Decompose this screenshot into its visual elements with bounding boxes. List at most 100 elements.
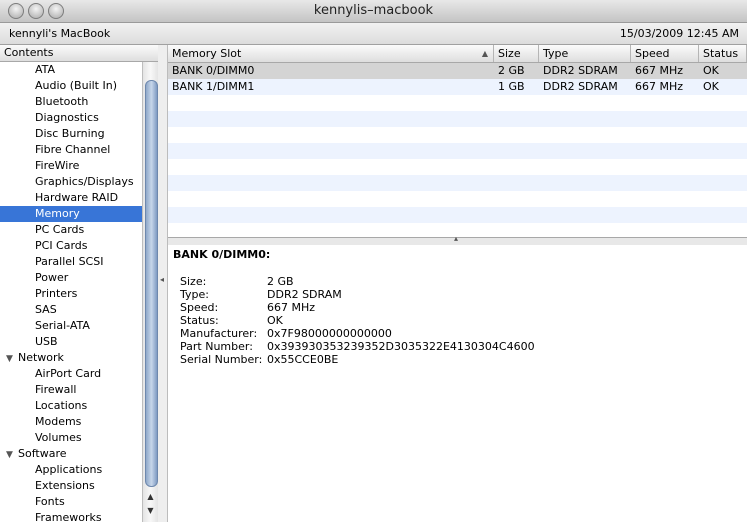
- sidebar-item-label: Extensions: [35, 479, 95, 492]
- sidebar-item[interactable]: Parallel SCSI: [0, 254, 142, 270]
- sidebar-item[interactable]: Extensions: [0, 478, 142, 494]
- detail-field: Part Number: 0x393930353239352D3035322E41…: [180, 340, 535, 353]
- memory-table: Memory Slot ▲ Size Type Speed Status BAN…: [168, 45, 747, 237]
- sidebar-item[interactable]: SAS: [0, 302, 142, 318]
- sidebar-item[interactable]: ATA: [0, 62, 142, 78]
- detail-field-value: 0x393930353239352D3035322E4130304C4600: [267, 340, 535, 353]
- sidebar-item[interactable]: Fonts: [0, 494, 142, 510]
- machine-name: kennyli's MacBook: [9, 27, 111, 40]
- table-empty-row: [168, 127, 747, 143]
- sidebar-item[interactable]: Serial-ATA: [0, 318, 142, 334]
- sidebar-item[interactable]: Frameworks: [0, 510, 142, 522]
- status-cell: OK: [703, 64, 719, 77]
- splitter-grip-icon[interactable]: ◂: [160, 275, 164, 284]
- table-empty-row: [168, 191, 747, 207]
- status-cell: OK: [703, 80, 719, 93]
- sidebar-item[interactable]: Locations: [0, 398, 142, 414]
- contents-list: ATA Audio (Built In) Bluetooth Diagnostics D…: [0, 62, 142, 522]
- sidebar-item[interactable]: PCI Cards: [0, 238, 142, 254]
- table-row[interactable]: BANK 1/DIMM1 1 GB DDR2 SDRAM 667 MHz OK: [168, 79, 747, 95]
- sidebar-item-label: Hardware RAID: [35, 191, 119, 204]
- sidebar-item[interactable]: FireWire: [0, 158, 142, 174]
- detail-field-key: Speed:: [180, 301, 219, 314]
- sidebar-item[interactable]: PC Cards: [0, 222, 142, 238]
- detail-fields: Size: 2 GB Type: DDR2 SDRAM Speed: 667 MHz Sta…: [180, 275, 535, 366]
- column-header-status[interactable]: Status: [699, 45, 747, 62]
- vertical-splitter[interactable]: ◂: [158, 45, 168, 522]
- column-header-size[interactable]: Size: [494, 45, 539, 62]
- sort-ascending-icon: ▲: [481, 49, 488, 58]
- scroll-up-icon[interactable]: ▲: [145, 492, 156, 504]
- sidebar-item[interactable]: Disc Burning: [0, 126, 142, 142]
- sidebar-item[interactable]: AirPort Card: [0, 366, 142, 382]
- detail-field: Manufacturer: 0x7F98000000000000: [180, 327, 535, 340]
- table-empty-row: [168, 207, 747, 223]
- sidebar-item[interactable]: Diagnostics: [0, 110, 142, 126]
- detail-title: BANK 0/DIMM0:: [173, 248, 271, 261]
- sidebar-item-label: PCI Cards: [35, 239, 88, 252]
- disclosure-triangle-icon[interactable]: ▼: [6, 447, 18, 463]
- sidebar-item-label: AirPort Card: [35, 367, 102, 380]
- detail-field-value: OK: [267, 314, 283, 327]
- column-header-speed[interactable]: Speed: [631, 45, 699, 62]
- table-empty-row: [168, 159, 747, 175]
- info-header: kennyli's MacBook 15/03/2009 12:45 AM: [0, 23, 747, 45]
- sidebar-item-label: Memory: [35, 207, 80, 220]
- size-cell: 1 GB: [498, 80, 525, 93]
- sidebar-item[interactable]: Audio (Built In): [0, 78, 142, 94]
- sidebar-item-label: Fonts: [35, 495, 65, 508]
- type-cell: DDR2 SDRAM: [543, 64, 618, 77]
- column-header-memory-slot[interactable]: Memory Slot ▲: [168, 45, 494, 62]
- detail-field: Serial Number: 0x55CCE0BE: [180, 353, 535, 366]
- type-cell: DDR2 SDRAM: [543, 80, 618, 93]
- sidebar-item[interactable]: Firewall: [0, 382, 142, 398]
- sidebar-item[interactable]: Applications: [0, 462, 142, 478]
- table-empty-row: [168, 175, 747, 191]
- detail-field: Size: 2 GB: [180, 275, 535, 288]
- table-body: BANK 0/DIMM0 2 GB DDR2 SDRAM 667 MHz OK BANK …: [168, 63, 747, 223]
- column-header-type[interactable]: Type: [539, 45, 631, 62]
- detail-field-key: Manufacturer:: [180, 327, 258, 340]
- sidebar-scroll-thumb[interactable]: [145, 80, 158, 487]
- sidebar-item-label: Bluetooth: [35, 95, 89, 108]
- disclosure-triangle-icon[interactable]: ▼: [6, 351, 18, 367]
- detail-field-value: 0x7F98000000000000: [267, 327, 392, 340]
- sidebar-item-label: SAS: [35, 303, 57, 316]
- splitter-grip-icon[interactable]: ▴: [454, 234, 458, 243]
- table-header: Memory Slot ▲ Size Type Speed Status: [168, 45, 747, 63]
- sidebar-item[interactable]: Fibre Channel: [0, 142, 142, 158]
- contents-sidebar: Contents ATA Audio (Built In) Bluetooth Dia…: [0, 45, 159, 522]
- detail-field-value: 0x55CCE0BE: [267, 353, 339, 366]
- sidebar-item[interactable]: Bluetooth: [0, 94, 142, 110]
- sidebar-item[interactable]: Printers: [0, 286, 142, 302]
- speed-cell: 667 MHz: [635, 64, 684, 77]
- sidebar-item[interactable]: Memory: [0, 206, 142, 222]
- sidebar-item-label: Volumes: [35, 431, 82, 444]
- contents-header: Contents: [0, 45, 158, 62]
- window-title: kennylis–macbook: [313, 3, 434, 18]
- sidebar-item-label: Printers: [35, 287, 78, 300]
- sidebar-item[interactable]: Graphics/Displays: [0, 174, 142, 190]
- detail-field-value: 667 MHz: [267, 301, 316, 314]
- sidebar-item[interactable]: Power: [0, 270, 142, 286]
- detail-field-key: Type:: [180, 288, 209, 301]
- sidebar-item[interactable]: USB: [0, 334, 142, 350]
- detail-field-value: DDR2 SDRAM: [267, 288, 342, 301]
- sidebar-item-label: Serial-ATA: [35, 319, 90, 332]
- sidebar-item[interactable]: Modems: [0, 414, 142, 430]
- detail-field-key: Size:: [180, 275, 207, 288]
- sidebar-item-label: Modems: [35, 415, 82, 428]
- detail-pane: BANK 0/DIMM0: Size: 2 GB Type: DDR2 SDRAM Sp…: [168, 245, 747, 522]
- table-row[interactable]: BANK 0/DIMM0 2 GB DDR2 SDRAM 667 MHz OK: [168, 63, 747, 79]
- speed-cell: 667 MHz: [635, 80, 684, 93]
- sidebar-group[interactable]: ▼ Software: [0, 446, 142, 462]
- sidebar-group[interactable]: ▼ Network: [0, 350, 142, 366]
- scroll-down-icon[interactable]: ▼: [145, 506, 156, 518]
- sidebar-item[interactable]: Volumes: [0, 430, 142, 446]
- detail-field: Status: OK: [180, 314, 535, 327]
- sidebar-scrollbar[interactable]: ▲ ▼: [142, 62, 158, 522]
- sidebar-item[interactable]: Hardware RAID: [0, 190, 142, 206]
- detail-field-key: Serial Number:: [180, 353, 263, 366]
- memory-slot-cell: BANK 1/DIMM1: [172, 80, 255, 93]
- sidebar-item-label: FireWire: [35, 159, 80, 172]
